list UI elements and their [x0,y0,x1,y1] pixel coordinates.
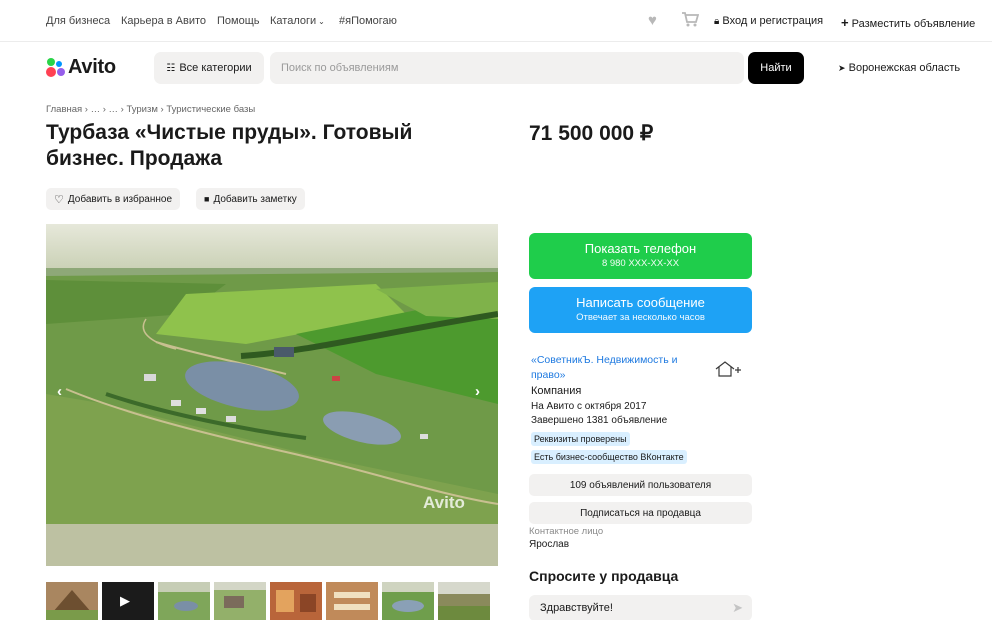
seller-ads-button[interactable]: 109 объявлений пользователя [529,474,752,496]
post-ad-label: Разместить объявление [851,18,976,30]
login-label: Вход и регистрация [722,15,824,27]
ask-seller-message: Здравствуйте! [540,602,613,614]
top-navigation-bar: Для бизнеса Карьера в Авито Помощь Катал… [0,0,992,42]
link-help[interactable]: Помощь [217,15,260,27]
note-icon: ■ [204,194,210,204]
photo-thumbnail[interactable] [46,582,98,620]
cart-icon[interactable] [681,11,700,31]
link-for-business[interactable]: Для бизнеса [46,15,110,27]
listing-price: 71 500 000 ₽ [529,122,654,145]
write-message-label: Написать сообщение [576,295,705,310]
main-header: Avito ☷ Все категории Найти ➤ Воронежска… [0,42,992,94]
plus-icon: + [841,15,849,30]
add-to-favorites-label: Добавить в избранное [67,193,173,205]
contact-person-name: Ярослав [529,539,570,550]
heart-outline-icon: ♡ [54,193,64,206]
company-house-icon [714,360,742,383]
video-thumbnail[interactable]: ▶ [102,582,154,620]
avito-logo[interactable]: Avito [46,55,116,79]
photo-thumbnail[interactable] [270,582,322,620]
link-i-help[interactable]: #яПомогаю [339,15,397,27]
subscribe-seller-button[interactable]: Подписаться на продавца [529,502,752,524]
link-careers[interactable]: Карьера в Авито [121,15,206,27]
link-catalogs[interactable]: Каталоги ⌄ [270,15,325,27]
photo-thumbnail[interactable] [438,582,490,620]
main-photo[interactable] [46,224,498,566]
response-time-label: Отвечает за несколько часов [576,312,705,323]
add-note-button[interactable]: ■ Добавить заметку [196,188,305,210]
seller-type: Компания [531,385,582,397]
photo-thumbnail[interactable] [382,582,434,620]
link-catalogs-label: Каталоги [270,15,317,27]
verified-details-badge[interactable]: Реквизиты проверены [531,432,630,446]
all-categories-button[interactable]: ☷ Все категории [154,52,264,84]
region-label: Воронежская область [848,62,961,74]
photo-prev-arrow-icon[interactable]: ‹ [57,383,62,400]
photo-thumbnail[interactable] [214,582,266,620]
show-phone-button[interactable]: Показать телефон 8 980 XXX-XX-XX [529,233,752,279]
logo-dots-icon [46,57,66,77]
ask-seller-message-field[interactable]: Здравствуйте! ➤ [529,595,752,620]
photo-next-arrow-icon[interactable]: › [475,383,480,400]
logo-text: Avito [68,55,116,78]
all-categories-label: Все категории [179,62,252,74]
add-to-favorites-button[interactable]: ♡ Добавить в избранное [46,188,181,210]
send-icon[interactable]: ➤ [732,600,743,616]
seller-completed-ads: Завершено 1381 объявление [531,415,668,426]
chevron-down-icon: ⌄ [318,17,325,26]
menu-grid-icon: ☷ [166,62,176,74]
vk-community-badge[interactable]: Есть бизнес-сообщество ВКонтакте [531,450,687,464]
phone-number-masked: 8 980 XXX-XX-XX [601,258,680,269]
heart-icon[interactable]: ♥ [648,12,657,29]
location-arrow-icon: ➤ [838,63,846,73]
find-button[interactable]: Найти [748,52,804,84]
photo-thumbnail[interactable] [326,582,378,620]
play-icon: ▶ [120,593,130,608]
region-selector[interactable]: ➤ Воронежская область [838,62,960,74]
photo-thumbnail[interactable] [158,582,210,620]
post-ad-link[interactable]: + Разместить объявление [841,15,975,30]
seller-name-link[interactable]: «СоветникЪ. Недвижимость и право» [531,353,706,383]
write-message-button[interactable]: Написать сообщение Отвечает за несколько… [529,287,752,333]
avito-watermark: Avito [423,493,465,512]
breadcrumb[interactable]: Главная › … › … › Туризм › Туристические… [46,104,255,115]
aerial-farm-photo [46,224,498,566]
ask-seller-title: Спросите у продавца [529,568,679,584]
seller-since: На Авито с октября 2017 [531,401,647,412]
login-link[interactable]: 🔒︎ Вход и регистрация [714,15,823,27]
lock-icon: 🔒︎ [714,16,720,27]
show-phone-label: Показать телефон [584,241,697,256]
page-title: Турбаза «Чистые пруды». Готовый бизнес. … [46,121,413,170]
add-note-label: Добавить заметку [213,193,297,205]
contact-person-label: Контактное лицо [529,526,604,537]
search-input[interactable] [270,52,744,84]
